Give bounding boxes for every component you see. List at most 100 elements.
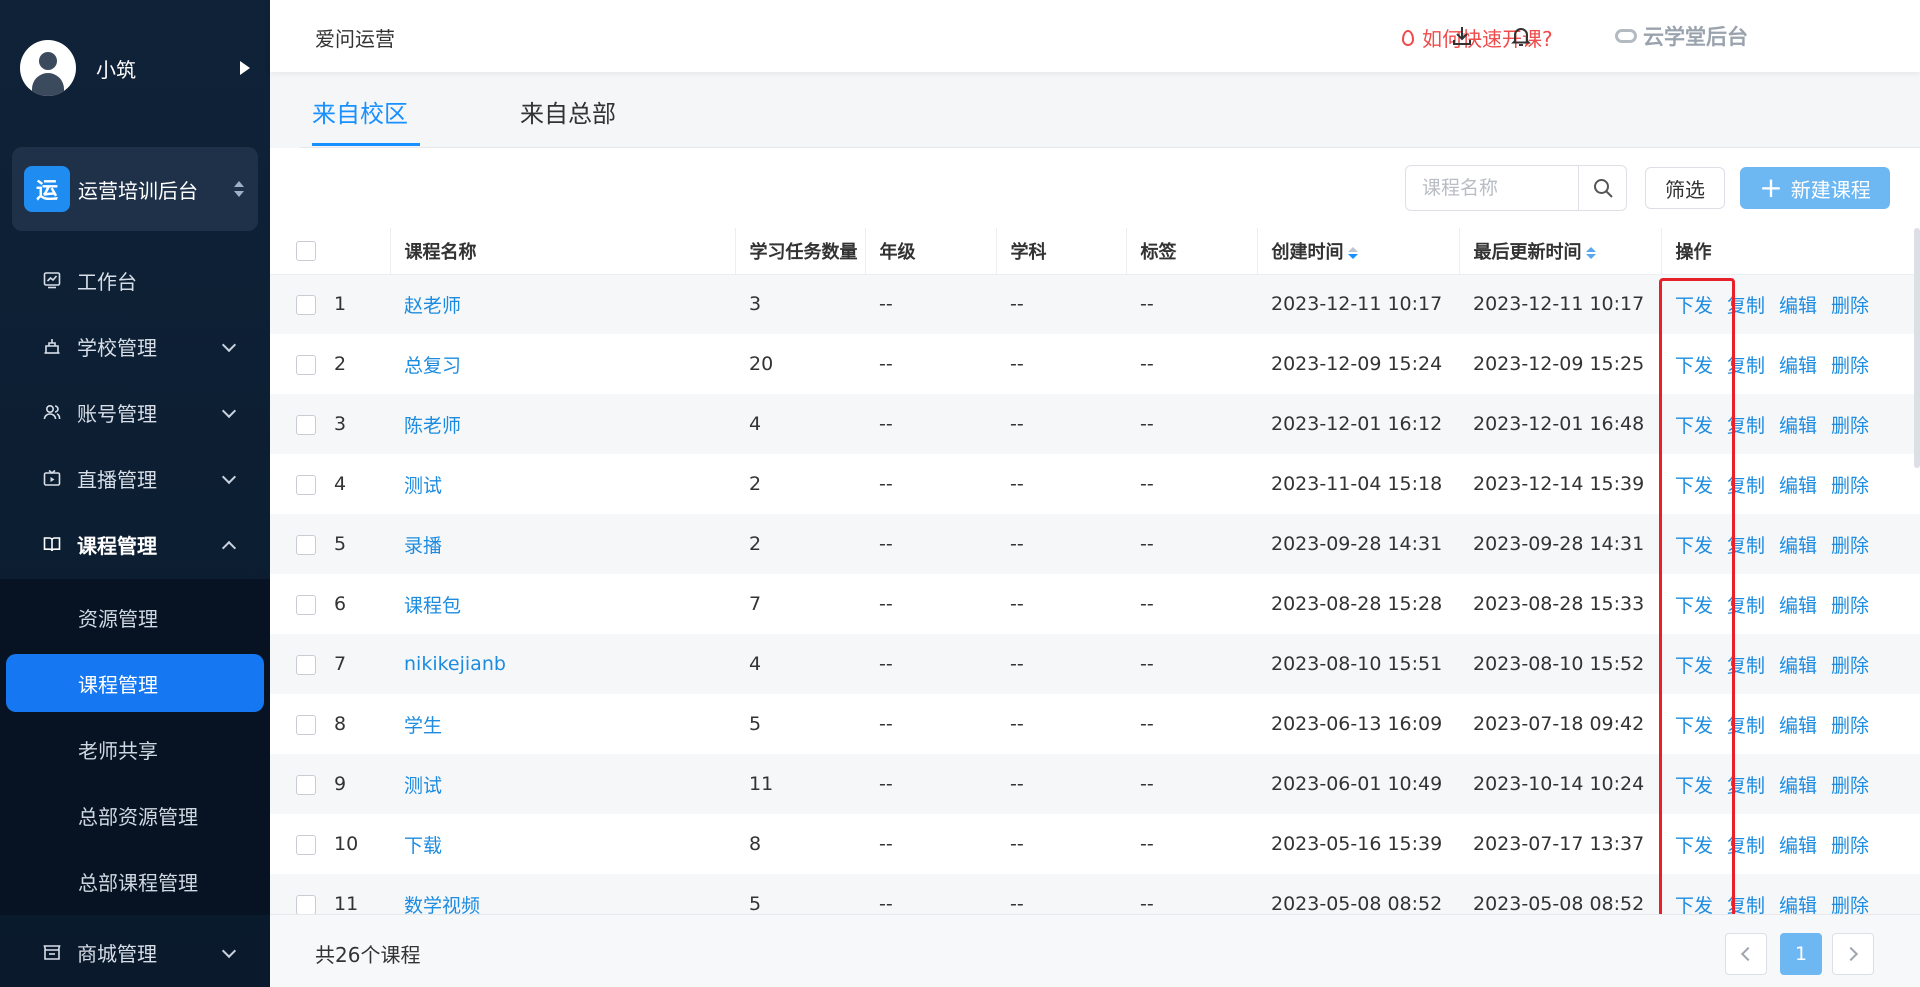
search-input[interactable]	[1406, 166, 1580, 210]
switch-arrows-icon[interactable]	[234, 181, 244, 197]
distribute-button[interactable]: 下发	[1675, 595, 1713, 617]
delete-button[interactable]: 删除	[1831, 715, 1869, 737]
col-header-updated[interactable]: 最后更新时间	[1459, 228, 1662, 275]
avatar-icon[interactable]	[20, 40, 76, 96]
org-switcher[interactable]: 运 运营培训后台	[12, 147, 258, 231]
caret-right-icon[interactable]	[240, 61, 250, 75]
submenu-item-hq-resources[interactable]: 总部资源管理	[6, 786, 264, 844]
new-course-button[interactable]: + 新建课程	[1740, 167, 1890, 209]
edit-button[interactable]: 编辑	[1779, 295, 1817, 317]
distribute-button[interactable]: 下发	[1675, 835, 1713, 857]
row-checkbox[interactable]	[296, 474, 316, 495]
row-checkbox[interactable]	[296, 654, 316, 675]
distribute-button[interactable]: 下发	[1675, 295, 1713, 317]
copy-button[interactable]: 复制	[1727, 895, 1765, 915]
course-name-link[interactable]: 下载	[404, 835, 442, 857]
download-icon[interactable]	[1450, 24, 1474, 48]
sort-icon[interactable]	[1347, 246, 1358, 259]
distribute-button[interactable]: 下发	[1675, 475, 1713, 497]
distribute-button[interactable]: 下发	[1675, 895, 1713, 915]
search-icon[interactable]	[1578, 166, 1626, 210]
sort-icon[interactable]	[1585, 246, 1596, 259]
edit-button[interactable]: 编辑	[1779, 415, 1817, 437]
copy-button[interactable]: 复制	[1727, 595, 1765, 617]
menu-item-live[interactable]: 直播管理	[0, 450, 270, 506]
course-name-link[interactable]: 课程包	[404, 595, 461, 617]
tab-from-campus[interactable]: 来自校区	[312, 94, 420, 146]
copy-button[interactable]: 复制	[1727, 355, 1765, 377]
row-checkbox[interactable]	[296, 774, 316, 795]
menu-item-workbench[interactable]: 工作台	[0, 252, 270, 308]
submenu-item-teacher-share[interactable]: 老师共享	[6, 720, 264, 778]
delete-button[interactable]: 删除	[1831, 655, 1869, 677]
course-name-link[interactable]: 数学视频	[404, 895, 480, 915]
row-checkbox[interactable]	[296, 894, 316, 914]
menu-item-shop[interactable]: 商城管理	[0, 924, 270, 980]
distribute-button[interactable]: 下发	[1675, 415, 1713, 437]
course-name-link[interactable]: 陈老师	[404, 415, 461, 437]
table-scrollbar[interactable]	[1914, 228, 1920, 468]
copy-button[interactable]: 复制	[1727, 475, 1765, 497]
delete-button[interactable]: 删除	[1831, 295, 1869, 317]
copy-button[interactable]: 复制	[1727, 535, 1765, 557]
course-name-link[interactable]: 测试	[404, 475, 442, 497]
copy-button[interactable]: 复制	[1727, 835, 1765, 857]
edit-button[interactable]: 编辑	[1779, 895, 1817, 915]
prev-page-button[interactable]	[1725, 933, 1767, 975]
row-checkbox[interactable]	[296, 414, 316, 435]
submenu-item-hq-courses[interactable]: 总部课程管理	[6, 852, 264, 910]
submenu-item-courses[interactable]: 课程管理	[6, 654, 264, 712]
copy-button[interactable]: 复制	[1727, 415, 1765, 437]
delete-button[interactable]: 删除	[1831, 475, 1869, 497]
user-profile[interactable]: 小筑	[20, 40, 260, 96]
row-checkbox[interactable]	[296, 534, 316, 555]
menu-item-school[interactable]: 学校管理	[0, 318, 270, 374]
menu-item-account[interactable]: 账号管理	[0, 384, 270, 440]
copy-button[interactable]: 复制	[1727, 775, 1765, 797]
distribute-button[interactable]: 下发	[1675, 715, 1713, 737]
tab-from-hq[interactable]: 来自总部	[520, 94, 616, 146]
select-all-checkbox[interactable]	[296, 241, 316, 262]
delete-button[interactable]: 删除	[1831, 595, 1869, 617]
distribute-button[interactable]: 下发	[1675, 355, 1713, 377]
row-checkbox[interactable]	[296, 354, 316, 375]
delete-button[interactable]: 删除	[1831, 835, 1869, 857]
course-name-link[interactable]: nikikejianb	[404, 653, 506, 675]
row-checkbox[interactable]	[296, 714, 316, 735]
delete-button[interactable]: 删除	[1831, 535, 1869, 557]
delete-button[interactable]: 删除	[1831, 355, 1869, 377]
edit-button[interactable]: 编辑	[1779, 655, 1817, 677]
distribute-button[interactable]: 下发	[1675, 655, 1713, 677]
edit-button[interactable]: 编辑	[1779, 595, 1817, 617]
edit-button[interactable]: 编辑	[1779, 535, 1817, 557]
course-name-link[interactable]: 总复习	[404, 355, 461, 377]
row-checkbox[interactable]	[296, 834, 316, 855]
course-name-link[interactable]: 测试	[404, 775, 442, 797]
course-name-link[interactable]: 学生	[404, 715, 442, 737]
edit-button[interactable]: 编辑	[1779, 715, 1817, 737]
edit-button[interactable]: 编辑	[1779, 775, 1817, 797]
course-name-link[interactable]: 录播	[404, 535, 442, 557]
course-name-link[interactable]: 赵老师	[404, 295, 461, 317]
copy-button[interactable]: 复制	[1727, 715, 1765, 737]
submenu-item-resources[interactable]: 资源管理	[6, 588, 264, 646]
menu-item-course[interactable]: 课程管理	[0, 516, 270, 572]
bell-icon[interactable]	[1509, 24, 1533, 48]
distribute-button[interactable]: 下发	[1675, 535, 1713, 557]
page-number-button[interactable]: 1	[1780, 933, 1822, 975]
col-header-created[interactable]: 创建时间	[1257, 228, 1460, 275]
delete-button[interactable]: 删除	[1831, 775, 1869, 797]
distribute-button[interactable]: 下发	[1675, 775, 1713, 797]
delete-button[interactable]: 删除	[1831, 415, 1869, 437]
row-checkbox[interactable]	[296, 294, 316, 315]
copy-button[interactable]: 复制	[1727, 295, 1765, 317]
brand-link[interactable]: 云学堂后台	[1615, 21, 1748, 51]
edit-button[interactable]: 编辑	[1779, 355, 1817, 377]
edit-button[interactable]: 编辑	[1779, 835, 1817, 857]
copy-button[interactable]: 复制	[1727, 655, 1765, 677]
delete-button[interactable]: 删除	[1831, 895, 1869, 915]
next-page-button[interactable]	[1832, 933, 1874, 975]
filter-button[interactable]: 筛选	[1645, 167, 1725, 209]
edit-button[interactable]: 编辑	[1779, 475, 1817, 497]
row-checkbox[interactable]	[296, 594, 316, 615]
